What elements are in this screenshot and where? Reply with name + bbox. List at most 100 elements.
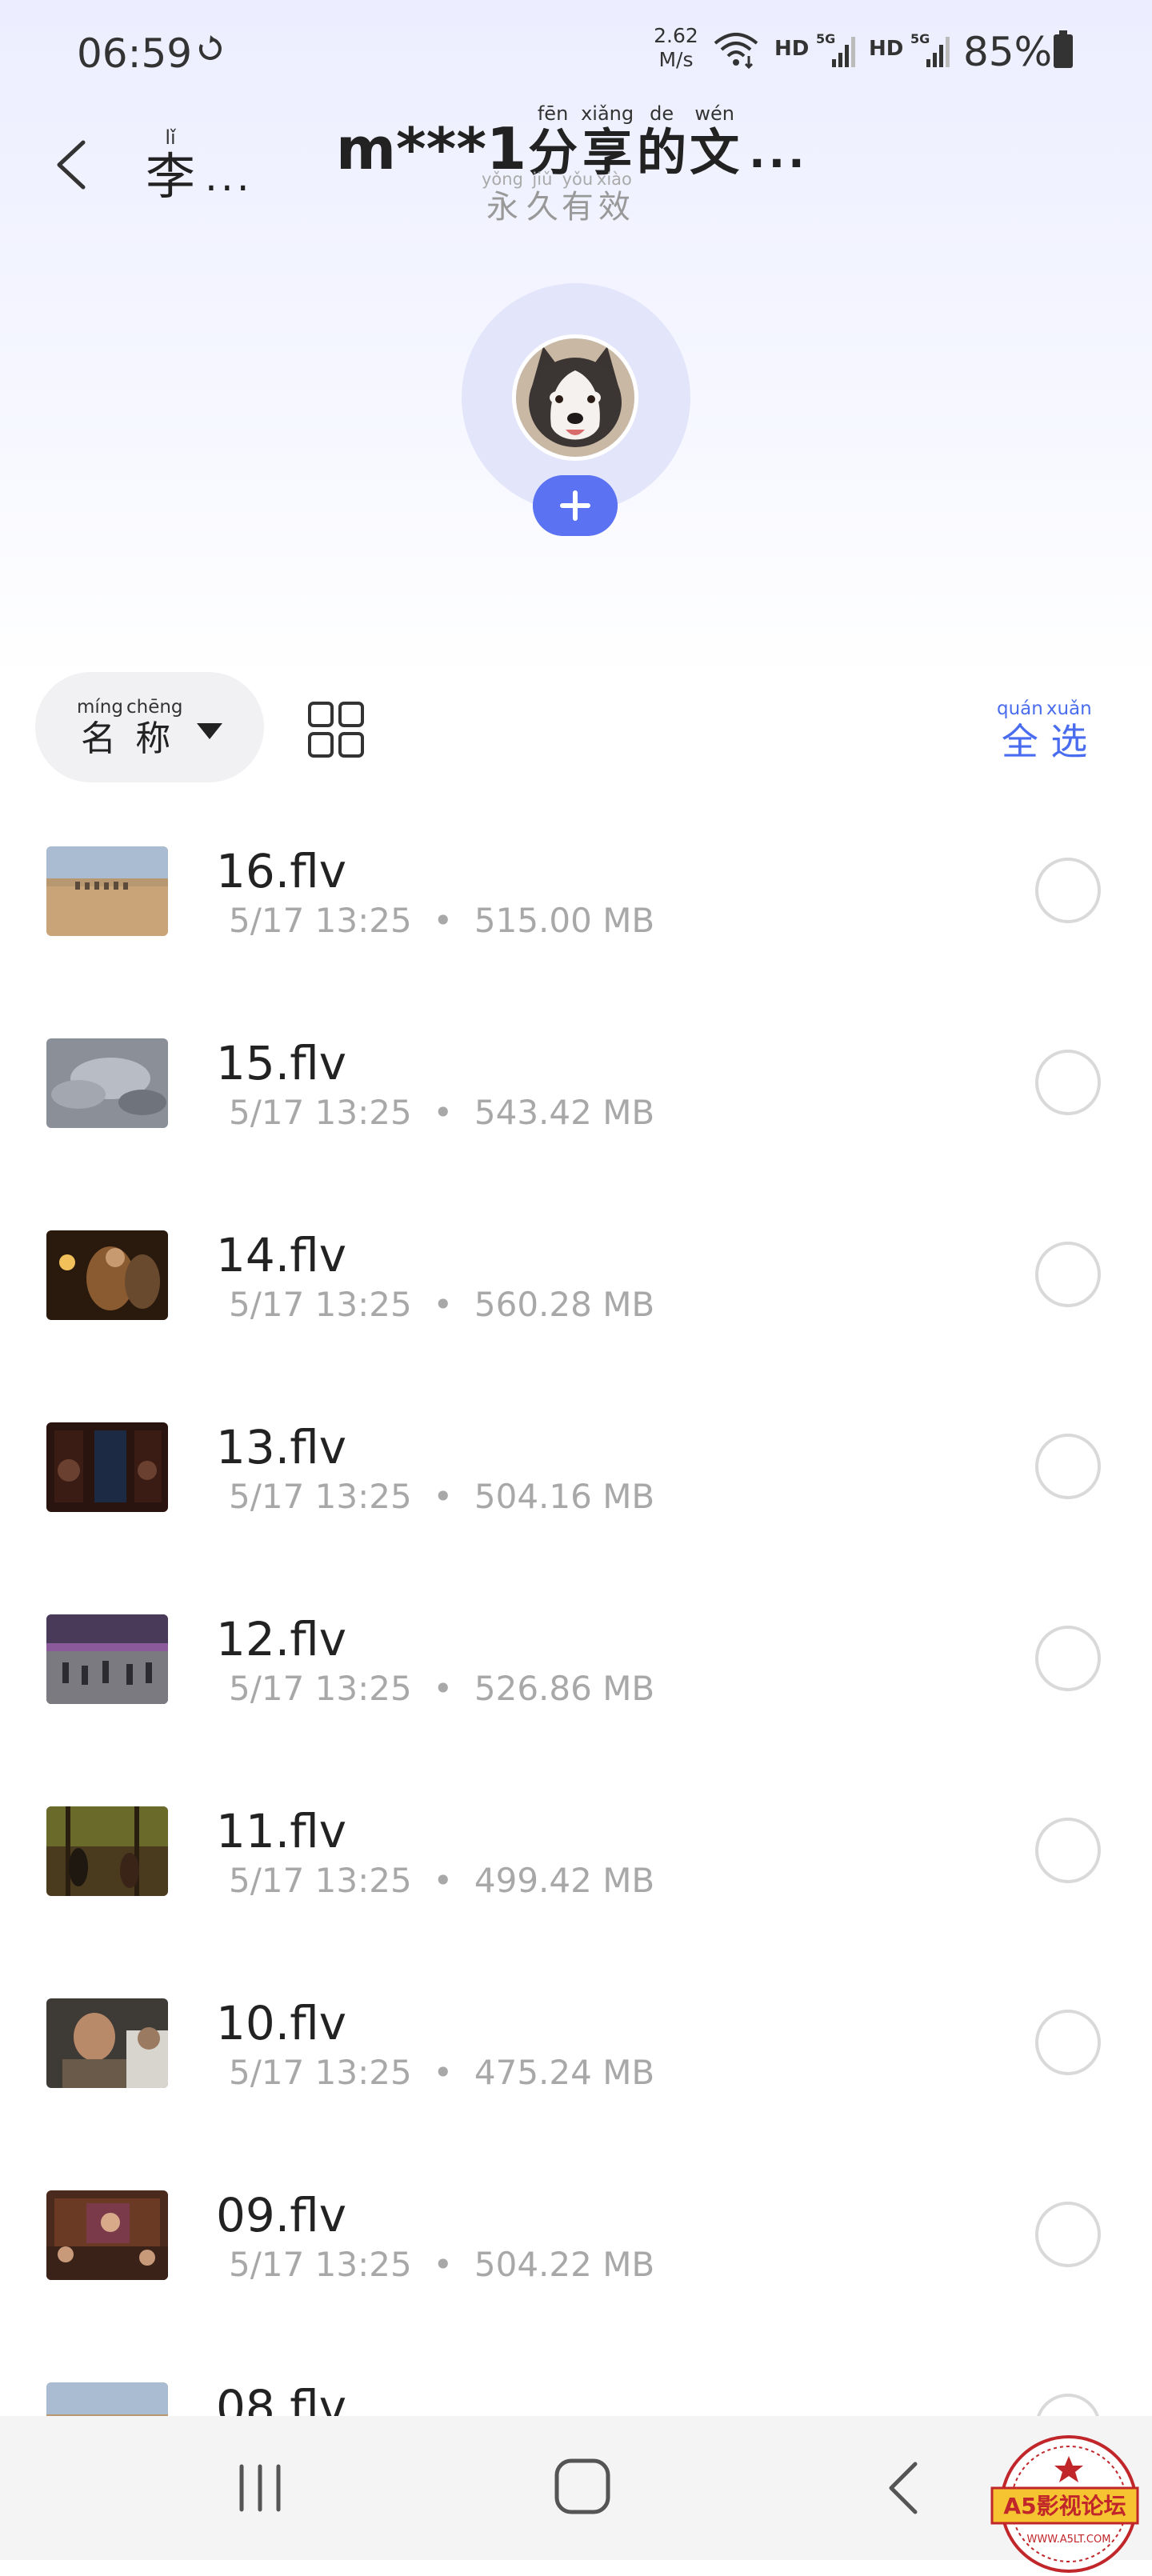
- file-row[interactable]: 14.flv 5/17 13:25 • 560.28 MB: [0, 1184, 1152, 1376]
- ruby-char: yǒu 有: [562, 170, 594, 226]
- pinyin: xiào: [596, 170, 632, 189]
- hanzi: 称: [135, 718, 174, 759]
- watermark-text: A5影视论坛: [1003, 2493, 1126, 2519]
- video-thumbnail: [46, 1230, 168, 1320]
- video-thumbnail: [46, 1998, 168, 2088]
- sender-ellipsis: ...: [205, 154, 253, 200]
- hanzi: 永: [486, 189, 518, 226]
- file-meta: 5/17 13:25 • 515.00 MB: [229, 901, 655, 940]
- nav-back-icon[interactable]: [883, 2458, 923, 2518]
- caret-down-icon: [197, 723, 222, 739]
- title-ellipsis: ...: [749, 127, 808, 178]
- file-meta: 5/17 13:25 • 560.28 MB: [229, 1285, 655, 1324]
- status-time: 06:59: [77, 30, 193, 77]
- file-name: 14.flv: [216, 1228, 347, 1282]
- ruby-char: jiǔ 久: [526, 170, 558, 226]
- hanzi: 文: [690, 123, 740, 182]
- file-meta: 5/17 13:25 • 526.86 MB: [229, 1669, 655, 1708]
- pinyin: quán: [997, 698, 1043, 719]
- file-name: 16.flv: [216, 844, 347, 898]
- watermark-seal: A5影视论坛 WWW.A5LT.COM: [990, 2435, 1139, 2573]
- hanzi: 选: [1050, 720, 1088, 763]
- pinyin: de: [650, 102, 674, 125]
- hanzi: 有: [561, 189, 594, 226]
- select-radio[interactable]: [1035, 2010, 1101, 2075]
- battery-percent: 85%: [963, 29, 1053, 75]
- sort-by-name-button[interactable]: míng 名 chēng 称: [35, 672, 264, 782]
- pinyin: xiǎng: [581, 102, 634, 125]
- pinyin: wén: [694, 102, 734, 125]
- select-all-button[interactable]: quán 全 xuǎn 选: [995, 698, 1094, 763]
- pinyin: yǒu: [562, 170, 594, 189]
- sender-name: lǐ 李 ...: [144, 126, 253, 205]
- ruby-char: xuǎn 选: [1046, 698, 1092, 763]
- watermark-url: WWW.A5LT.COM: [1027, 2534, 1111, 2546]
- pinyin: lǐ: [165, 126, 176, 149]
- recent-apps-icon[interactable]: [232, 2460, 288, 2516]
- file-row[interactable]: 15.flv 5/17 13:25 • 543.42 MB: [0, 992, 1152, 1184]
- ruby-char: yǒng 永: [482, 170, 523, 226]
- ruby-char: wén 文: [690, 102, 739, 181]
- video-thumbnail: [46, 1806, 168, 1896]
- hanzi: 久: [526, 189, 558, 226]
- select-radio[interactable]: [1035, 1242, 1101, 1307]
- hanzi: 全: [1001, 720, 1038, 763]
- file-row[interactable]: 16.flv 5/17 13:25 • 515.00 MB: [0, 800, 1152, 992]
- signal-5g-icon-2: 5G: [910, 31, 950, 67]
- file-row[interactable]: 11.flv 5/17 13:25 • 499.42 MB: [0, 1760, 1152, 1952]
- file-name: 11.flv: [216, 1804, 347, 1858]
- ruby-char: de 的: [637, 102, 686, 181]
- hd-badge: HD: [774, 37, 810, 61]
- pinyin: xuǎn: [1046, 698, 1092, 719]
- ruby-char: xiào 效: [597, 170, 632, 226]
- home-icon[interactable]: [552, 2456, 613, 2517]
- file-meta: 5/17 13:25 • 504.16 MB: [229, 1477, 655, 1516]
- back-button[interactable]: [42, 128, 98, 200]
- hanzi: 李: [146, 147, 196, 206]
- file-row[interactable]: 08.flv: [0, 2336, 1152, 2416]
- wifi-icon: [714, 33, 758, 70]
- hanzi: 的: [637, 123, 687, 182]
- select-radio[interactable]: [1035, 1434, 1101, 1499]
- file-meta: 5/17 13:25 • 475.24 MB: [229, 2053, 655, 2092]
- svg-text:5G: 5G: [816, 31, 835, 46]
- file-meta: 5/17 13:25 • 504.22 MB: [229, 2245, 655, 2284]
- sync-icon: [198, 35, 222, 60]
- sort-label: míng 名 chēng 称: [75, 696, 185, 760]
- file-row[interactable]: 12.flv 5/17 13:25 • 526.86 MB: [0, 1568, 1152, 1760]
- add-button[interactable]: [533, 475, 618, 536]
- video-thumbnail: [46, 2190, 168, 2280]
- avatar: [512, 334, 638, 461]
- battery-icon: [1054, 30, 1073, 68]
- select-radio[interactable]: [1035, 2394, 1101, 2416]
- ruby-char: chēng 称: [126, 696, 183, 760]
- sender-char: lǐ 李: [146, 126, 195, 205]
- file-meta: 5/17 13:25 • 499.42 MB: [229, 1861, 655, 1900]
- pinyin: jiǔ: [532, 170, 553, 189]
- network-speed-unit: M/s: [658, 48, 694, 71]
- network-speed-value: 2.62: [654, 24, 698, 47]
- pinyin: chēng: [126, 697, 183, 718]
- grid-view-icon[interactable]: [307, 701, 365, 758]
- select-radio[interactable]: [1035, 1626, 1101, 1691]
- hanzi: 名: [80, 718, 119, 759]
- status-bar: 06:59 2.62 M/s HD 5G HD 5G 85%: [0, 0, 1152, 104]
- husky-avatar-image: [516, 338, 634, 457]
- select-radio[interactable]: [1035, 1818, 1101, 1883]
- file-row[interactable]: 13.flv 5/17 13:25 • 504.16 MB: [0, 1376, 1152, 1568]
- file-row[interactable]: 10.flv 5/17 13:25 • 475.24 MB: [0, 1952, 1152, 2144]
- select-radio[interactable]: [1035, 858, 1101, 923]
- file-meta: 5/17 13:25 • 543.42 MB: [229, 1093, 655, 1132]
- file-name: 10.flv: [216, 1996, 347, 2050]
- page-subtitle: yǒng 永 jiǔ 久 yǒu 有 xiào 效: [480, 170, 634, 226]
- file-name: 12.flv: [216, 1612, 347, 1666]
- select-radio[interactable]: [1035, 2202, 1101, 2267]
- file-name: 13.flv: [216, 1420, 347, 1474]
- file-row[interactable]: 09.flv 5/17 13:25 • 504.22 MB: [0, 2144, 1152, 2336]
- system-navigation-bar: A5影视论坛 WWW.A5LT.COM: [0, 2416, 1152, 2573]
- pinyin: míng: [77, 697, 123, 718]
- ruby-char: míng 名: [77, 696, 123, 760]
- hanzi: 效: [598, 189, 630, 226]
- video-thumbnail: [46, 846, 168, 936]
- select-radio[interactable]: [1035, 1050, 1101, 1115]
